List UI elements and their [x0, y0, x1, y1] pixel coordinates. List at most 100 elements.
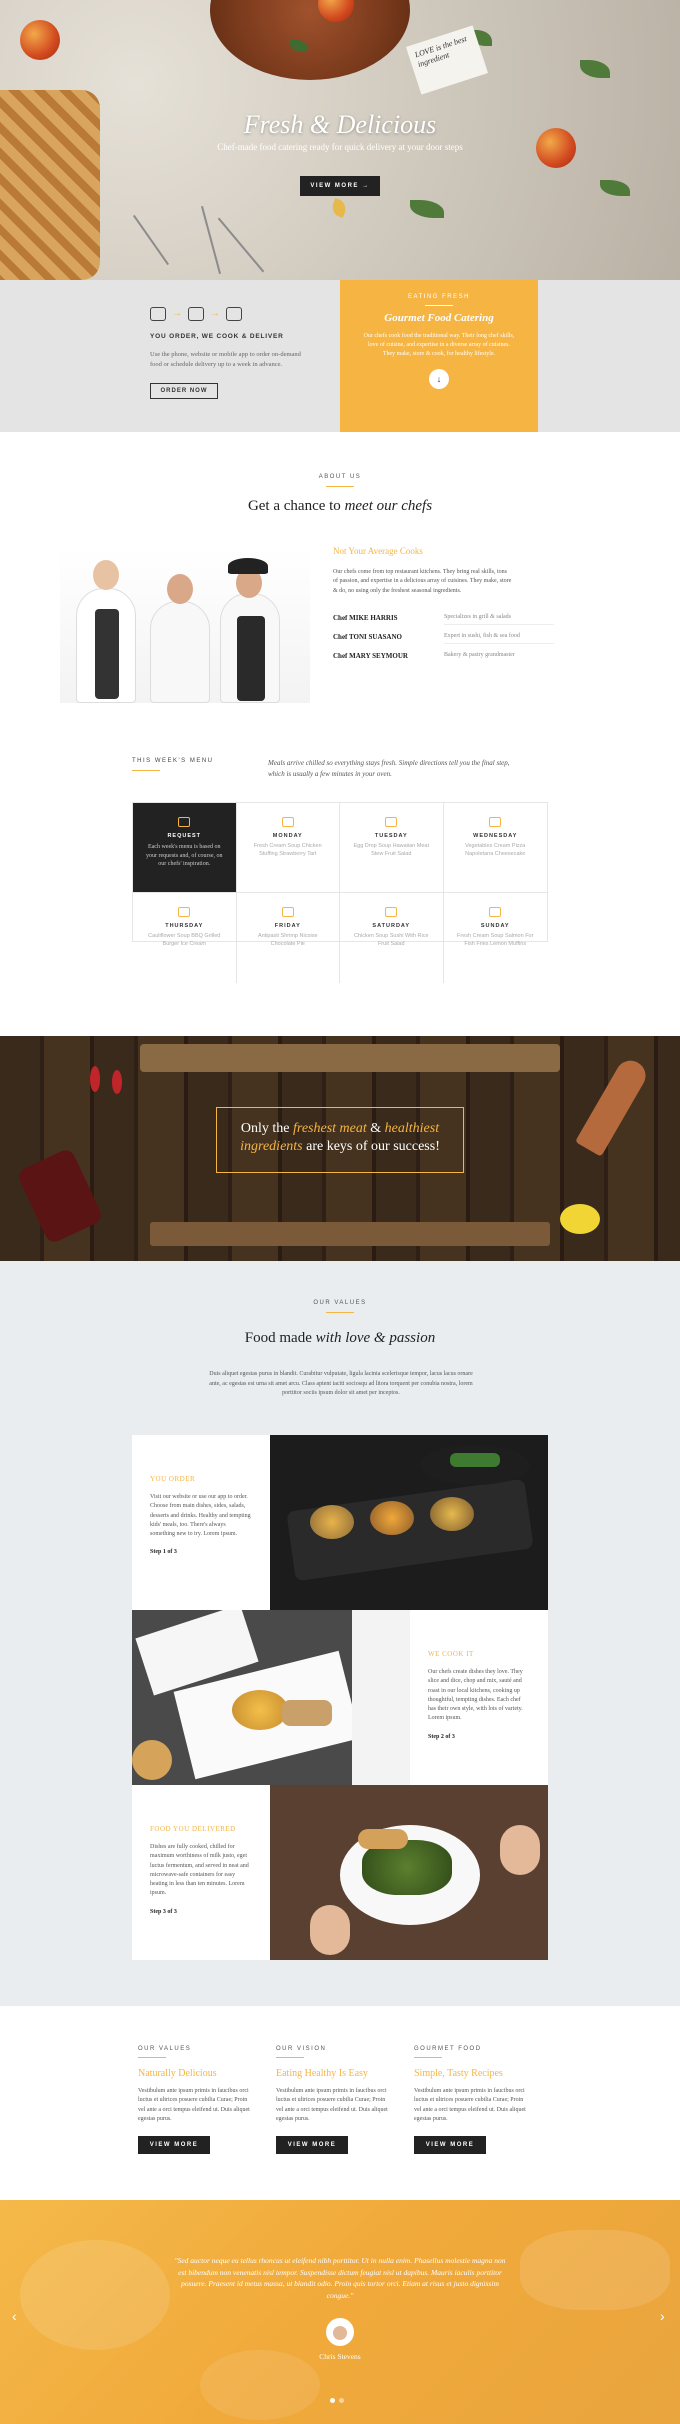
values-label: OUR VALUES: [313, 1300, 367, 1306]
menu-cell-tuesday[interactable]: TUESDAY Egg Drop Soup Hawaiian Meat Stew…: [340, 803, 444, 893]
oyster-image: [430, 1497, 474, 1531]
menu-cell-thursday[interactable]: THURSDAY Cauliflower Soup BBQ Grilled Bu…: [133, 893, 237, 983]
about-title-plain: Get a chance to: [247, 498, 345, 514]
column-label: OUR VALUES: [138, 2046, 192, 2052]
menu-grid: REQUEST Each week's menu is based on you…: [132, 802, 548, 983]
prev-arrow-icon[interactable]: ‹: [12, 2308, 17, 2324]
food-photo-salad: [270, 1785, 548, 1960]
catering-card: EATING FRESH Gourmet Food Catering Our c…: [340, 280, 538, 432]
hero-view-more-button[interactable]: VIEW MORE →: [300, 176, 380, 196]
chef-icon: [188, 306, 204, 321]
menu-cell-wednesday[interactable]: WEDNESDAY Vegetables Cream Pizza Napolet…: [443, 803, 547, 893]
catering-label: EATING FRESH: [408, 294, 470, 300]
chili-image: [112, 1070, 122, 1094]
chef-person: [76, 588, 136, 703]
slider-dot[interactable]: [339, 2398, 344, 2403]
hand-image: [500, 1825, 540, 1875]
values-divider: [326, 1312, 354, 1313]
chef-name-3: Chef MARY SEYMOUR: [333, 652, 408, 660]
about-divider: [326, 486, 354, 487]
view-more-button[interactable]: VIEW MORE: [414, 2136, 486, 2155]
chicken-image: [358, 1829, 408, 1849]
info-column-3: GOURMET FOOD Simple, Tasty Recipes Vesti…: [414, 2046, 532, 2155]
value-step: Step 3 of 3: [150, 1908, 177, 1915]
dish-icon: [489, 907, 502, 917]
column-divider: [414, 2057, 442, 2058]
banner-amp: &: [366, 1121, 385, 1136]
leaf-image: [410, 200, 444, 218]
avatar: [326, 2318, 354, 2346]
about-title: Get a chance to meet our chefs: [0, 498, 680, 515]
menu-cell-sunday[interactable]: SUNDAY Fresh Cream Soup Salmon For Fish …: [444, 893, 548, 983]
menu-cell-friday[interactable]: FRIDAY Antipasti Shrimp Nicoise Chocolat…: [237, 893, 340, 983]
column-label: GOURMET FOOD: [414, 2046, 482, 2052]
slider-dot-active[interactable]: [330, 2398, 335, 2403]
order-steps-icons: → →: [150, 305, 270, 325]
menu-cell-request[interactable]: REQUEST Each week's menu is based on you…: [133, 803, 237, 893]
menu-day: MONDAY: [272, 833, 303, 839]
menu-dish: Each week's menu is based on your reques…: [146, 844, 223, 868]
chevron-down-icon[interactable]: ↓: [429, 369, 449, 389]
chili-image: [90, 1066, 100, 1092]
dish-icon: [178, 907, 191, 917]
chef-hat: [228, 558, 268, 574]
banner-line2: are keys of our success!: [302, 1138, 440, 1154]
column-title: Naturally Delicious: [138, 2068, 217, 2079]
leaf-image: [580, 60, 610, 78]
menu-cell-saturday[interactable]: SATURDAY Chicken Soup Sushi With Rice Fr…: [340, 893, 444, 983]
value-step: Step 1 of 3: [150, 1549, 177, 1556]
menu-dish: Fresh Cream Soup Salmon For Fish Fries L…: [457, 933, 534, 947]
cutting-board-image: [140, 1044, 560, 1072]
chef-name-1: Chef MIKE HARRIS: [333, 614, 398, 622]
view-more-button[interactable]: VIEW MORE: [276, 2136, 348, 2155]
banner-quote: Only the freshest meat & healthiest ingr…: [216, 1107, 464, 1173]
fork-icon: [217, 217, 265, 273]
menu-dish: Vegetables Cream Pizza Napoletana Cheese…: [465, 843, 526, 857]
column-label: OUR VISION: [276, 2046, 327, 2052]
arrow-icon: →: [172, 308, 182, 320]
menu-divider: [132, 770, 160, 771]
menu-cell-monday[interactable]: MONDAY Fresh Cream Soup Chicken Stuffing…: [236, 803, 340, 893]
apron-image: [95, 609, 119, 699]
value-text: Dishes are fully cooked, chilled for max…: [150, 1844, 249, 1897]
menu-day: TUESDAY: [374, 833, 408, 839]
menu-dish: Fresh Cream Soup Chicken Stuffing Strawb…: [253, 843, 322, 857]
catering-title: Gourmet Food Catering: [384, 312, 494, 324]
column-text: Vestibulum ante ipsum primis in faucibus…: [138, 2088, 250, 2122]
egg-image: [232, 1690, 288, 1730]
oyster-image: [310, 1505, 354, 1539]
menu-day: THURSDAY: [165, 923, 204, 929]
column-title: Simple, Tasty Recipes: [414, 2068, 503, 2079]
banner-emphasis: healthiest: [384, 1121, 440, 1136]
bread-image: [132, 1740, 172, 1780]
value-title: FOOD YOU DELIVERED: [150, 1825, 236, 1833]
menu-dish: Egg Drop Soup Hawaiian Meat Stew Fruit S…: [353, 843, 429, 857]
value-title: YOU ORDER: [150, 1475, 196, 1483]
menu-label: THIS WEEK'S MENU: [132, 758, 214, 764]
greens-image: [450, 1453, 500, 1467]
order-heading: YOU ORDER, WE COOK & DELIVER: [150, 333, 284, 340]
about-title-italic: meet our chefs: [344, 498, 433, 514]
fork-icon: [200, 205, 222, 275]
avatar-face: [333, 2326, 347, 2340]
apron-image: [237, 616, 265, 701]
order-now-button[interactable]: ORDER NOW: [150, 383, 218, 399]
values-title-plain: Food made: [244, 1330, 316, 1346]
value-text: Our chefs create dishes they love. They …: [428, 1669, 523, 1722]
hand-image: [310, 1905, 350, 1955]
spatula-image: [575, 1055, 651, 1157]
dish-icon: [281, 817, 294, 827]
toast-image: [282, 1700, 332, 1726]
next-arrow-icon[interactable]: ›: [660, 2308, 665, 2324]
testimonial-quote: "Sed auctor neque eu tellus rhoncus ut e…: [174, 2256, 506, 2300]
board-image: [150, 1222, 550, 1246]
menu-dish: Antipasti Shrimp Nicoise Chocolate Pie: [257, 933, 318, 947]
about-subtitle: Not Your Average Cooks: [333, 546, 423, 556]
values-title-italic: with love & passion: [315, 1330, 436, 1346]
column-divider: [276, 2057, 304, 2058]
chef-person: [220, 593, 280, 703]
food-photo-oysters: [270, 1435, 548, 1610]
catering-text: Our chefs cook food the traditional way.…: [363, 333, 515, 357]
view-more-button[interactable]: VIEW MORE: [138, 2136, 210, 2155]
about-label: ABOUT US: [318, 474, 362, 480]
